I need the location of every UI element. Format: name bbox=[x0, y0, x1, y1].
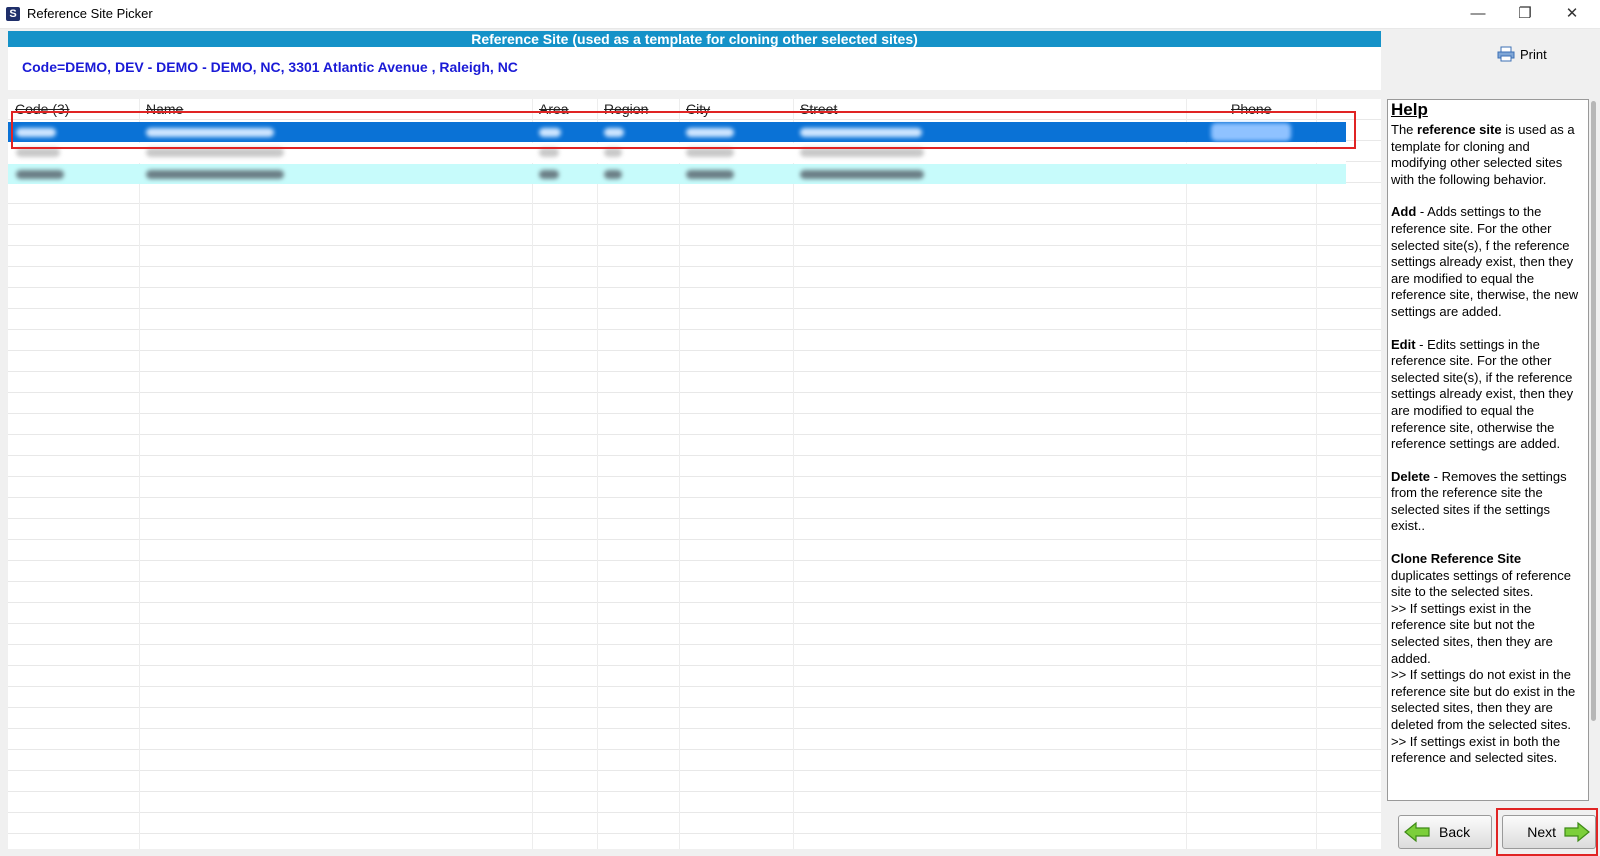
help-body: The reference site is used as a template… bbox=[1391, 122, 1579, 767]
reference-site-code-text: Code=DEMO, DEV - DEMO - DEMO, NC, 3301 A… bbox=[22, 59, 518, 75]
back-button[interactable]: Back bbox=[1398, 815, 1492, 849]
column-divider bbox=[532, 99, 533, 849]
window-title: Reference Site Picker bbox=[27, 6, 153, 21]
print-button[interactable]: Print bbox=[1497, 46, 1547, 62]
blurred-cell bbox=[686, 170, 734, 179]
next-button-annotation bbox=[1496, 808, 1598, 856]
site-grid[interactable]: Code (3) Name Area Region City Street Ph… bbox=[8, 99, 1381, 849]
help-text: >> If settings do not exist in the refer… bbox=[1391, 667, 1576, 732]
title-bar: S Reference Site Picker — ❐ ✕ bbox=[0, 0, 1600, 29]
help-text: - Adds settings to the reference site. F… bbox=[1391, 204, 1579, 319]
help-title: Help bbox=[1391, 100, 1428, 119]
selected-row-annotation bbox=[11, 111, 1356, 149]
blurred-cell bbox=[800, 148, 924, 157]
blurred-cell bbox=[146, 170, 284, 179]
help-text: - Edits settings in the reference site. … bbox=[1391, 336, 1574, 452]
reference-site-summary: Code=DEMO, DEV - DEMO - DEMO, NC, 3301 A… bbox=[8, 47, 1381, 90]
blurred-cell bbox=[16, 148, 60, 157]
help-panel: Help The reference site is used as a tem… bbox=[1387, 99, 1589, 801]
help-text: >> If settings exist in both the referen… bbox=[1391, 733, 1561, 766]
scrollbar-thumb[interactable] bbox=[1591, 101, 1596, 721]
blurred-cell bbox=[604, 148, 622, 157]
column-divider bbox=[597, 99, 598, 849]
close-button[interactable]: ✕ bbox=[1549, 0, 1595, 28]
blurred-cell bbox=[539, 148, 559, 157]
reference-site-banner: Reference Site (used as a template for c… bbox=[8, 31, 1381, 47]
blurred-cell bbox=[800, 170, 924, 179]
column-divider bbox=[793, 99, 794, 849]
blurred-cell bbox=[604, 170, 622, 179]
app-logo-icon: S bbox=[6, 7, 20, 21]
print-label: Print bbox=[1520, 46, 1547, 62]
blurred-cell bbox=[539, 170, 559, 179]
blurred-cell bbox=[686, 148, 734, 157]
back-label: Back bbox=[1439, 824, 1471, 840]
column-divider bbox=[679, 99, 680, 849]
help-add: Add - Adds settings to the reference sit… bbox=[1391, 204, 1579, 320]
blurred-cell bbox=[146, 148, 284, 157]
table-row[interactable] bbox=[8, 164, 1346, 184]
help-term: Clone Reference Site bbox=[1391, 551, 1522, 567]
help-text: duplicates settings of reference site to… bbox=[1391, 567, 1571, 600]
help-edit: Edit - Edits settings in the reference s… bbox=[1391, 337, 1579, 453]
print-area: Print bbox=[1382, 31, 1586, 90]
help-term: Delete bbox=[1391, 468, 1431, 484]
reference-site-picker-window: S Reference Site Picker — ❐ ✕ Reference … bbox=[0, 0, 1600, 856]
grid-background bbox=[8, 99, 1381, 849]
help-term: Add bbox=[1391, 204, 1417, 220]
help-scrollbar[interactable] bbox=[1589, 99, 1598, 799]
restore-button[interactable]: ❐ bbox=[1502, 0, 1548, 28]
arrow-left-icon bbox=[1404, 821, 1430, 843]
column-divider bbox=[1186, 99, 1187, 849]
help-text: The bbox=[1391, 122, 1418, 137]
help-term: reference site bbox=[1417, 122, 1502, 137]
minimize-button[interactable]: — bbox=[1455, 0, 1501, 28]
help-intro: The reference site is used as a template… bbox=[1391, 122, 1579, 188]
help-text: >> If settings exist in the reference si… bbox=[1391, 600, 1553, 666]
help-clone: Clone Reference Site duplicates settings… bbox=[1391, 551, 1579, 767]
column-divider bbox=[139, 99, 140, 849]
help-delete: Delete - Removes the settings from the r… bbox=[1391, 469, 1579, 535]
printer-icon bbox=[1497, 46, 1515, 62]
blurred-cell bbox=[16, 170, 64, 179]
column-divider bbox=[1316, 99, 1317, 849]
help-term: Edit bbox=[1391, 336, 1416, 352]
